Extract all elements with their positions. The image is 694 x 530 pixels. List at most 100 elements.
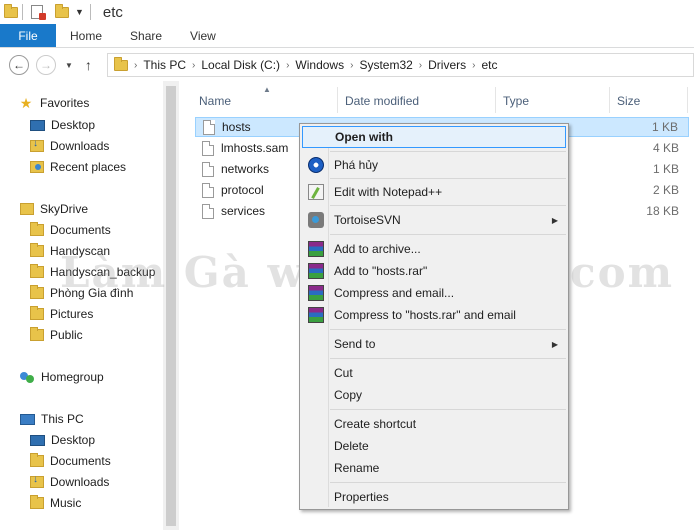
folder-icon bbox=[114, 56, 128, 71]
chevron-right-icon[interactable]: › bbox=[350, 60, 353, 71]
folder-icon bbox=[30, 264, 44, 278]
menu-item-add-to-archive[interactable]: Add to archive... bbox=[302, 238, 566, 260]
file-name: networks bbox=[221, 162, 270, 176]
nav-item-public[interactable]: Public bbox=[30, 325, 83, 345]
nav-item-pictures[interactable]: Pictures bbox=[30, 304, 93, 324]
title-separator bbox=[89, 4, 91, 20]
column-header-size[interactable]: Size bbox=[617, 89, 640, 113]
nav-this-pc[interactable]: This PC bbox=[20, 409, 84, 429]
menu-item-compress-email[interactable]: Compress and email... bbox=[302, 282, 566, 304]
recent-locations-button[interactable]: ▼ bbox=[65, 61, 73, 70]
column-header-date[interactable]: Date modified bbox=[345, 89, 419, 113]
tab-view[interactable]: View bbox=[176, 24, 230, 47]
menu-separator bbox=[330, 482, 566, 483]
menu-item-add-to-hosts-rar[interactable]: Add to "hosts.rar" bbox=[302, 260, 566, 282]
back-button[interactable]: ← bbox=[9, 55, 29, 75]
submenu-arrow-icon: ▶ bbox=[551, 215, 558, 225]
column-header-type[interactable]: Type bbox=[503, 89, 529, 113]
breadcrumb-windows[interactable]: Windows bbox=[295, 58, 344, 72]
menu-label: Copy bbox=[334, 388, 363, 402]
menu-item-tortoisesvn[interactable]: TortoiseSVN ▶ bbox=[302, 209, 566, 231]
menu-item-send-to[interactable]: Send to ▶ bbox=[302, 333, 566, 355]
nav-item-pc-downloads[interactable]: Downloads bbox=[30, 472, 109, 492]
desktop-icon bbox=[30, 119, 45, 131]
nav-item-documents[interactable]: Documents bbox=[30, 220, 111, 240]
arrow-left-icon: ← bbox=[13, 58, 25, 72]
menu-item-compress-rar-email[interactable]: Compress to "hosts.rar" and email bbox=[302, 304, 566, 326]
title-separator bbox=[22, 4, 23, 20]
menu-separator bbox=[330, 329, 566, 330]
column-divider[interactable] bbox=[337, 87, 338, 113]
chevron-right-icon[interactable]: › bbox=[192, 60, 195, 71]
folder-icon[interactable] bbox=[4, 3, 18, 18]
column-divider[interactable] bbox=[687, 87, 688, 113]
menu-item-open-with[interactable]: Open with bbox=[302, 126, 566, 148]
menu-item-edit-notepadpp[interactable]: Edit with Notepad++ bbox=[302, 181, 566, 203]
menu-item-rename[interactable]: Rename bbox=[302, 457, 566, 479]
arrow-right-icon: → bbox=[40, 58, 52, 72]
properties-icon[interactable] bbox=[31, 5, 46, 20]
menu-label: Compress to "hosts.rar" and email bbox=[334, 308, 516, 322]
breadcrumb-local-disk[interactable]: Local Disk (C:) bbox=[201, 58, 280, 72]
folder-icon bbox=[30, 243, 44, 257]
chevron-right-icon[interactable]: › bbox=[419, 60, 422, 71]
menu-separator bbox=[330, 151, 566, 152]
menu-item-cut[interactable]: Cut bbox=[302, 362, 566, 384]
chevron-right-icon[interactable]: › bbox=[286, 60, 289, 71]
column-header-name[interactable]: Name bbox=[199, 89, 231, 113]
breadcrumb-system32[interactable]: System32 bbox=[359, 58, 412, 72]
breadcrumb-drivers[interactable]: Drivers bbox=[428, 58, 466, 72]
nav-item-recent-places[interactable]: Recent places bbox=[30, 157, 126, 177]
nav-favorites[interactable]: ★ Favorites bbox=[18, 93, 90, 113]
up-button[interactable]: ↑ bbox=[85, 57, 92, 73]
menu-item-copy[interactable]: Copy bbox=[302, 384, 566, 406]
nav-label: SkyDrive bbox=[40, 202, 89, 216]
file-icon bbox=[202, 203, 214, 219]
nav-item-pc-documents[interactable]: Documents bbox=[30, 451, 111, 471]
menu-item-pha-huy[interactable]: Phá hủy bbox=[302, 154, 566, 176]
menu-label: Cut bbox=[334, 366, 353, 380]
forward-button[interactable]: → bbox=[36, 55, 56, 75]
menu-item-create-shortcut[interactable]: Create shortcut bbox=[302, 413, 566, 435]
column-divider[interactable] bbox=[609, 87, 610, 113]
chevron-down-icon[interactable]: ▼ bbox=[75, 7, 84, 17]
recent-places-icon bbox=[30, 161, 44, 173]
file-size: 4 KB bbox=[652, 141, 679, 155]
file-name: hosts bbox=[222, 120, 251, 134]
skydrive-icon bbox=[20, 203, 34, 215]
file-icon bbox=[202, 161, 214, 177]
menu-separator bbox=[330, 409, 566, 410]
nav-homegroup[interactable]: Homegroup bbox=[19, 367, 104, 387]
nav-scrollbar[interactable] bbox=[163, 81, 179, 530]
nav-label: Desktop bbox=[51, 433, 96, 447]
folder-icon bbox=[30, 222, 44, 236]
address-row: ← → ▼ ↑ › This PC › Local Disk (C:) › Wi… bbox=[0, 49, 694, 81]
file-name: lmhosts.sam bbox=[221, 141, 289, 155]
tab-file[interactable]: File bbox=[0, 24, 56, 47]
tab-share[interactable]: Share bbox=[116, 24, 176, 47]
nav-item-downloads[interactable]: Downloads bbox=[30, 136, 109, 156]
breadcrumb-etc[interactable]: etc bbox=[481, 58, 497, 72]
chevron-right-icon[interactable]: › bbox=[472, 60, 475, 71]
breadcrumb-this-pc[interactable]: This PC bbox=[143, 58, 186, 72]
nav-item-pc-music[interactable]: Music bbox=[30, 493, 81, 513]
window-title: etc bbox=[102, 3, 123, 21]
tab-home[interactable]: Home bbox=[56, 24, 116, 47]
nav-skydrive[interactable]: SkyDrive bbox=[20, 199, 88, 219]
star-icon: ★ bbox=[19, 94, 33, 111]
nav-item-desktop[interactable]: Desktop bbox=[30, 115, 95, 135]
menu-item-properties[interactable]: Properties bbox=[302, 486, 566, 508]
file-icon bbox=[203, 119, 215, 135]
homegroup-icon bbox=[19, 370, 35, 384]
column-divider[interactable] bbox=[495, 87, 496, 113]
chevron-right-icon[interactable]: › bbox=[134, 60, 137, 71]
scrollbar-thumb[interactable] bbox=[166, 86, 176, 526]
sort-ascending-icon: ▲ bbox=[263, 85, 271, 94]
nav-item-pc-desktop[interactable]: Desktop bbox=[30, 430, 95, 450]
menu-separator bbox=[330, 205, 566, 206]
menu-item-delete[interactable]: Delete bbox=[302, 435, 566, 457]
new-folder-icon[interactable] bbox=[55, 3, 69, 18]
address-bar[interactable]: › This PC › Local Disk (C:) › Windows › … bbox=[107, 53, 694, 77]
menu-label: Send to bbox=[334, 337, 376, 351]
nav-label: This PC bbox=[41, 412, 84, 426]
